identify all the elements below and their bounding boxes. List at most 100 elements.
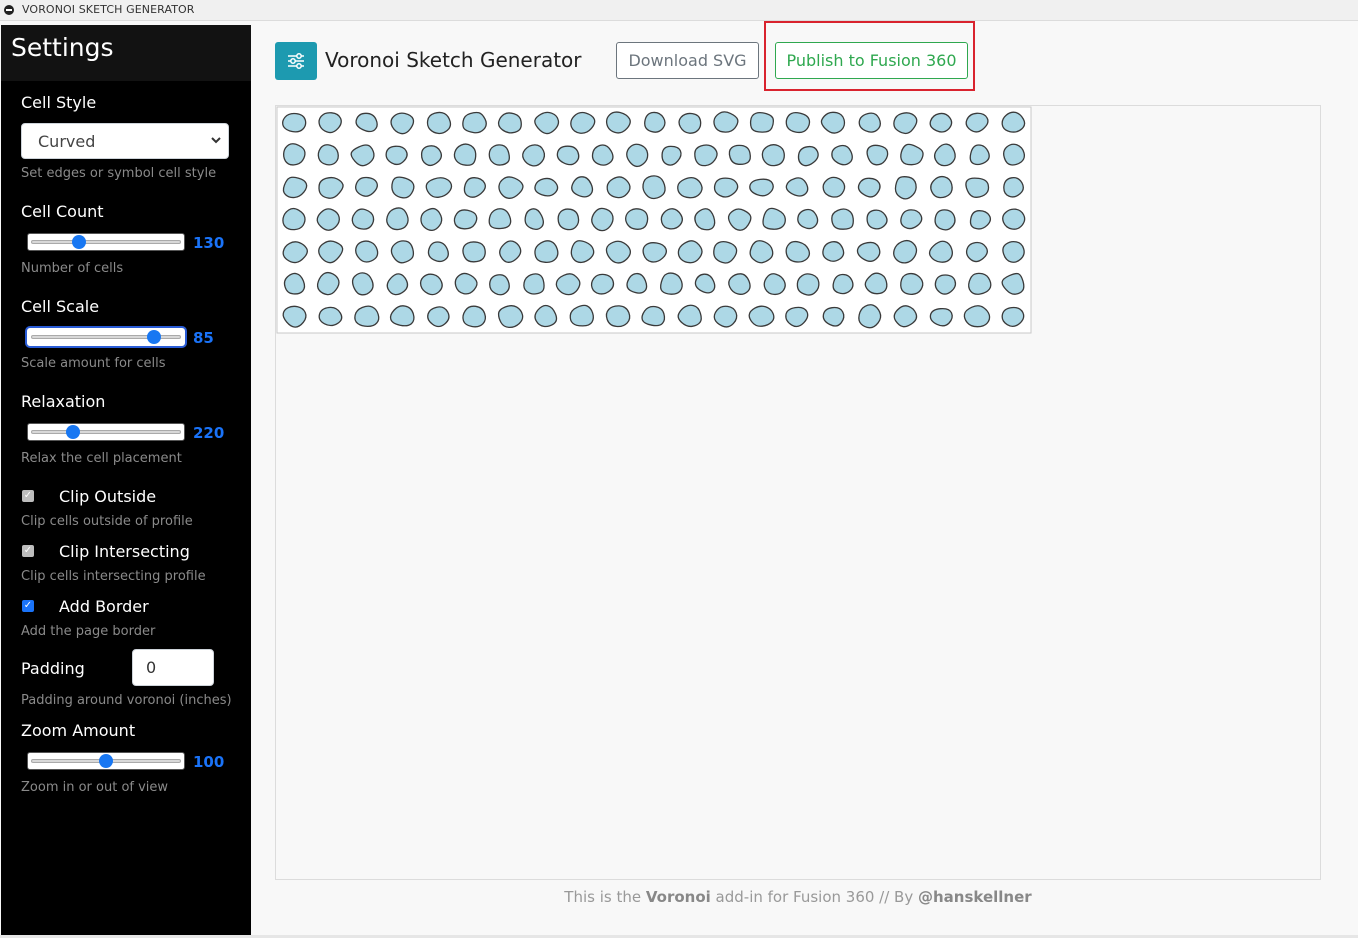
voronoi-cell (1002, 240, 1025, 263)
settings-heading: Settings (11, 33, 114, 62)
voronoi-cell (316, 208, 340, 231)
voronoi-cell (822, 241, 845, 262)
voronoi-cell (749, 240, 774, 264)
slider-thumb[interactable] (99, 754, 113, 768)
padding-help: Padding around voronoi (inches) (21, 693, 232, 708)
zoom-label: Zoom Amount (21, 721, 136, 740)
voronoi-cell (713, 305, 738, 328)
cell-count-help: Number of cells (21, 261, 124, 276)
voronoi-cell (796, 273, 820, 296)
voronoi-cell (488, 208, 512, 230)
relaxation-slider[interactable] (27, 423, 185, 441)
clip-intersecting-checkbox[interactable]: ✓ (22, 545, 34, 557)
add-border-checkbox[interactable]: ✓ (22, 600, 34, 612)
voronoi-cell (606, 176, 631, 199)
voronoi-cell (351, 208, 375, 230)
voronoi-cell (642, 175, 666, 200)
voronoi-cell (659, 272, 683, 295)
cell-style-help: Set edges or symbol cell style (21, 166, 217, 181)
slider-thumb[interactable] (66, 425, 81, 439)
voronoi-cell (419, 273, 443, 296)
voronoi-cell (591, 207, 614, 232)
voronoi-cell (963, 305, 991, 328)
voronoi-cell (1002, 208, 1026, 230)
voronoi-cell (785, 112, 811, 134)
padding-value: 0 (146, 658, 157, 677)
voronoi-cell (900, 272, 924, 295)
voronoi-cell (489, 274, 510, 296)
footer: This is the Voronoi add-in for Fusion 36… (275, 888, 1321, 906)
voronoi-cell (453, 143, 477, 166)
slider-thumb[interactable] (71, 235, 86, 249)
clip-outside-checkbox[interactable]: ✓ (22, 490, 34, 502)
voronoi-cell (832, 273, 854, 295)
voronoi-cell (282, 143, 306, 166)
relaxation-value: 220 (193, 424, 225, 442)
voronoi-cell (354, 305, 380, 328)
footer-addin-name: Voronoi (645, 888, 711, 906)
voronoi-cell (282, 112, 307, 133)
voronoi-cell (728, 144, 751, 165)
padding-input[interactable]: 0 (132, 649, 214, 686)
voronoi-cell (677, 176, 703, 199)
voronoi-cell (858, 304, 882, 329)
clip-intersecting-label: Clip Intersecting (59, 542, 190, 561)
slider-thumb[interactable] (146, 330, 161, 344)
zoom-slider[interactable] (27, 752, 185, 770)
chevron-down-icon (211, 137, 221, 144)
voronoi-cell (453, 209, 478, 230)
voronoi-cell (555, 273, 581, 296)
voronoi-cell (534, 177, 559, 197)
voronoi-cell (934, 209, 956, 231)
footer-author-link[interactable]: @hanskellner (918, 888, 1032, 906)
padding-label: Padding (21, 659, 85, 678)
voronoi-cell (969, 144, 990, 166)
voronoi-cell (1001, 111, 1026, 133)
minimize-icon[interactable] (4, 5, 14, 15)
zoom-help: Zoom in or out of view (21, 780, 169, 795)
publish-highlight-box (764, 21, 975, 91)
voronoi-cell (462, 111, 487, 134)
voronoi-cell (283, 272, 306, 295)
voronoi-cell (427, 241, 449, 263)
voronoi-sketch (276, 106, 1032, 334)
voronoi-cell (390, 240, 415, 264)
voronoi-cell (749, 178, 774, 197)
add-border-label: Add Border (59, 597, 149, 616)
voronoi-cell (641, 305, 666, 327)
voronoi-cell (866, 144, 889, 166)
settings-sidebar: Settings Cell Style Curved Set edges or … (1, 25, 251, 935)
voronoi-cell (761, 144, 785, 167)
voronoi-cell (497, 305, 524, 329)
voronoi-cell (831, 208, 854, 230)
cell-scale-slider[interactable] (27, 328, 185, 346)
voronoi-cell (386, 207, 409, 231)
cell-style-select[interactable]: Curved (21, 123, 229, 159)
cell-style-value: Curved (38, 132, 96, 151)
voronoi-cell (625, 208, 649, 230)
cell-count-slider[interactable] (27, 233, 185, 251)
voronoi-cell (822, 176, 846, 198)
voronoi-cell (420, 207, 443, 232)
voronoi-cell (557, 208, 580, 231)
window-title: VORONOI SKETCH GENERATOR (22, 3, 195, 16)
voronoi-cell (797, 208, 819, 230)
sketch-canvas[interactable] (275, 105, 1321, 880)
voronoi-cell (866, 209, 888, 230)
cell-scale-help: Scale amount for cells (21, 356, 166, 371)
voronoi-cell (351, 272, 374, 296)
cell-count-label: Cell Count (21, 202, 104, 221)
voronoi-cell (605, 305, 631, 328)
voronoi-cell (660, 208, 683, 230)
footer-middle: add-in for Fusion 360 // By (710, 888, 918, 906)
voronoi-cell (462, 241, 486, 263)
clip-outside-help: Clip cells outside of profile (21, 514, 193, 529)
voronoi-cell (694, 208, 716, 231)
cell-style-label: Cell Style (21, 93, 97, 112)
voronoi-cell (1003, 176, 1024, 198)
window-titlebar: VORONOI SKETCH GENERATOR (0, 0, 1358, 21)
voronoi-cell (644, 111, 666, 133)
app-logo (275, 42, 317, 80)
download-svg-button[interactable]: Download SVG (616, 42, 759, 79)
settings-header: Settings (1, 25, 251, 81)
